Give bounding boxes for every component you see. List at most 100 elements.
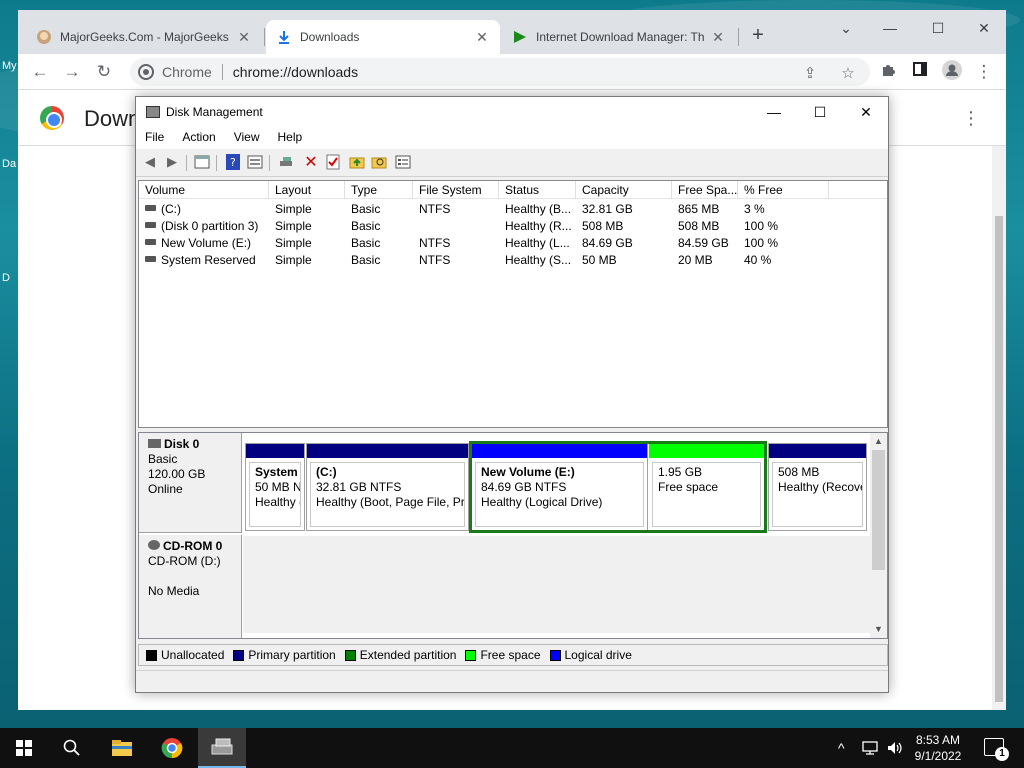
partition-size: 32.81 GB NTFS bbox=[316, 480, 402, 494]
tab-downloads[interactable]: Downloads ✕ bbox=[266, 20, 500, 54]
reload-icon[interactable]: ↻ bbox=[92, 60, 116, 84]
tab-idm[interactable]: Internet Download Manager: Th ✕ bbox=[502, 20, 736, 54]
cell-file-system bbox=[413, 218, 499, 235]
table-row[interactable]: System Reserved Simple Basic NTFS Health… bbox=[139, 252, 887, 269]
graph-scrollbar[interactable]: ▲ ▼ bbox=[870, 433, 887, 638]
cell-type: Basic bbox=[351, 236, 381, 250]
help-icon[interactable]: ? bbox=[224, 153, 242, 171]
volume-list[interactable]: Volume Layout Type File System Status Ca… bbox=[138, 180, 888, 428]
column-type[interactable]: Type bbox=[345, 181, 413, 199]
table-row[interactable]: (Disk 0 partition 3) Simple Basic Health… bbox=[139, 218, 887, 235]
address-bar[interactable]: Chrome chrome://downloads ⇪ ☆ bbox=[130, 58, 870, 86]
disk-management-taskbar-icon[interactable] bbox=[198, 728, 246, 768]
column-file-system[interactable]: File System bbox=[413, 181, 499, 199]
check-icon[interactable] bbox=[324, 153, 342, 171]
minimize-button[interactable]: — bbox=[878, 16, 902, 40]
system-clock[interactable]: 8:53 AM 9/1/2022 bbox=[908, 732, 968, 764]
column-layout[interactable]: Layout bbox=[269, 181, 345, 199]
close-tab-icon[interactable]: ✕ bbox=[236, 29, 252, 46]
disk0-label[interactable]: Disk 0 Basic 120.00 GB Online bbox=[139, 433, 242, 533]
show-hidden-icons-icon[interactable]: ^ bbox=[838, 740, 845, 756]
connect-drive-icon[interactable] bbox=[278, 153, 296, 171]
partition-size: 50 MB NT bbox=[255, 480, 301, 494]
scroll-down-icon[interactable]: ▼ bbox=[870, 621, 887, 638]
maximize-button[interactable]: ☐ bbox=[798, 100, 842, 124]
close-tab-icon[interactable]: ✕ bbox=[710, 29, 726, 46]
partition-system-reserved[interactable]: System R 50 MB NT Healthy ( bbox=[245, 443, 305, 531]
table-row[interactable]: (C:) Simple Basic NTFS Healthy (B... 32.… bbox=[139, 201, 887, 218]
mmc-toolbar: ◀ ▶ ? ✕ bbox=[136, 149, 888, 177]
menu-help[interactable]: Help bbox=[269, 127, 312, 149]
scroll-thumb[interactable] bbox=[872, 450, 885, 570]
network-icon[interactable] bbox=[862, 740, 880, 759]
cell-type: Basic bbox=[351, 253, 381, 267]
scroll-up-icon[interactable]: ▲ bbox=[870, 433, 887, 450]
profile-avatar[interactable] bbox=[940, 60, 964, 84]
menu-action[interactable]: Action bbox=[173, 127, 224, 149]
partition-bar bbox=[246, 444, 304, 458]
back-icon[interactable]: ◀ bbox=[141, 153, 159, 171]
legend: Unallocated Primary partition Extended p… bbox=[138, 644, 888, 666]
tab-search-icon[interactable]: ⌄ bbox=[834, 16, 858, 40]
chrome-menu-icon[interactable]: ⋮ bbox=[972, 60, 996, 84]
delete-icon[interactable]: ✕ bbox=[302, 153, 320, 171]
free-space-region[interactable]: 1.95 GB Free space bbox=[649, 444, 764, 530]
folder-search-icon[interactable] bbox=[370, 153, 388, 171]
partition-recovery[interactable]: 508 MB Healthy (Recove bbox=[768, 443, 867, 531]
desktop-icon-label[interactable]: D bbox=[2, 272, 10, 284]
cdrom-empty-area[interactable] bbox=[243, 536, 871, 633]
cell-volume: System Reserved bbox=[161, 253, 256, 267]
cell-percent-free: 100 % bbox=[744, 219, 779, 233]
back-icon[interactable]: ← bbox=[28, 60, 52, 84]
folder-up-icon[interactable] bbox=[348, 153, 366, 171]
list-view-icon[interactable] bbox=[394, 153, 412, 171]
desktop-icon-label[interactable]: My bbox=[2, 60, 17, 72]
menu-file[interactable]: File bbox=[136, 127, 173, 149]
menu-view[interactable]: View bbox=[225, 127, 269, 149]
minimize-button[interactable]: — bbox=[752, 100, 796, 124]
disk-management-window: Disk Management — ☐ ✕ File Action View H… bbox=[135, 96, 889, 693]
desktop-icon-label[interactable]: Da bbox=[2, 158, 16, 170]
partition-status: Healthy ( bbox=[255, 495, 301, 509]
column-capacity[interactable]: Capacity bbox=[576, 181, 672, 199]
tab-majorgeeks[interactable]: MajorGeeks.Com - MajorGeeks ✕ bbox=[26, 20, 262, 54]
chrome-taskbar-icon[interactable] bbox=[148, 728, 196, 768]
console-tree-icon[interactable] bbox=[193, 153, 211, 171]
partition-name: New Volume (E:) bbox=[481, 465, 575, 479]
cell-volume: New Volume (E:) bbox=[161, 236, 252, 250]
forward-icon[interactable]: → bbox=[60, 60, 84, 84]
url-text[interactable]: chrome://downloads bbox=[233, 64, 358, 80]
share-icon[interactable]: ⇪ bbox=[798, 62, 822, 86]
partition-c[interactable]: (C:) 32.81 GB NTFS Healthy (Boot, Page F… bbox=[306, 443, 469, 531]
scroll-thumb[interactable] bbox=[995, 216, 1003, 702]
column-volume[interactable]: Volume bbox=[139, 181, 269, 199]
partition-name: System R bbox=[255, 465, 300, 479]
extensions-icon[interactable] bbox=[876, 60, 900, 84]
new-tab-button[interactable]: + bbox=[746, 24, 770, 48]
column-status[interactable]: Status bbox=[499, 181, 576, 199]
bookmark-star-icon[interactable]: ☆ bbox=[836, 62, 860, 86]
search-icon[interactable] bbox=[48, 728, 96, 768]
close-window-button[interactable]: ✕ bbox=[972, 16, 996, 40]
maximize-button[interactable]: ☐ bbox=[926, 16, 950, 40]
column-percent-free[interactable]: % Free bbox=[738, 181, 829, 199]
legend-label: Primary partition bbox=[248, 648, 336, 662]
page-scrollbar[interactable] bbox=[992, 146, 1006, 710]
cdrom0-label[interactable]: CD-ROM 0 CD-ROM (D:) No Media bbox=[139, 535, 242, 638]
close-tab-icon[interactable]: ✕ bbox=[474, 29, 490, 46]
side-panel-icon[interactable] bbox=[908, 60, 932, 84]
downloads-menu-icon[interactable]: ⋮ bbox=[962, 108, 980, 129]
start-button[interactable] bbox=[0, 728, 48, 768]
close-button[interactable]: ✕ bbox=[844, 100, 888, 124]
volume-icon[interactable] bbox=[886, 740, 904, 759]
properties-icon[interactable] bbox=[246, 153, 264, 171]
partition-e[interactable]: New Volume (E:) 84.69 GB NTFS Healthy (L… bbox=[472, 444, 648, 530]
column-free-space[interactable]: Free Spa... bbox=[672, 181, 738, 199]
cell-capacity: 50 MB bbox=[582, 253, 617, 267]
file-explorer-icon[interactable] bbox=[98, 728, 146, 768]
forward-icon[interactable]: ▶ bbox=[163, 153, 181, 171]
cell-status: Healthy (L... bbox=[505, 236, 570, 250]
table-row[interactable]: New Volume (E:) Simple Basic NTFS Health… bbox=[139, 235, 887, 252]
notification-center-icon[interactable]: 1 bbox=[984, 738, 1009, 761]
title-bar[interactable]: Disk Management — ☐ ✕ bbox=[136, 97, 888, 127]
